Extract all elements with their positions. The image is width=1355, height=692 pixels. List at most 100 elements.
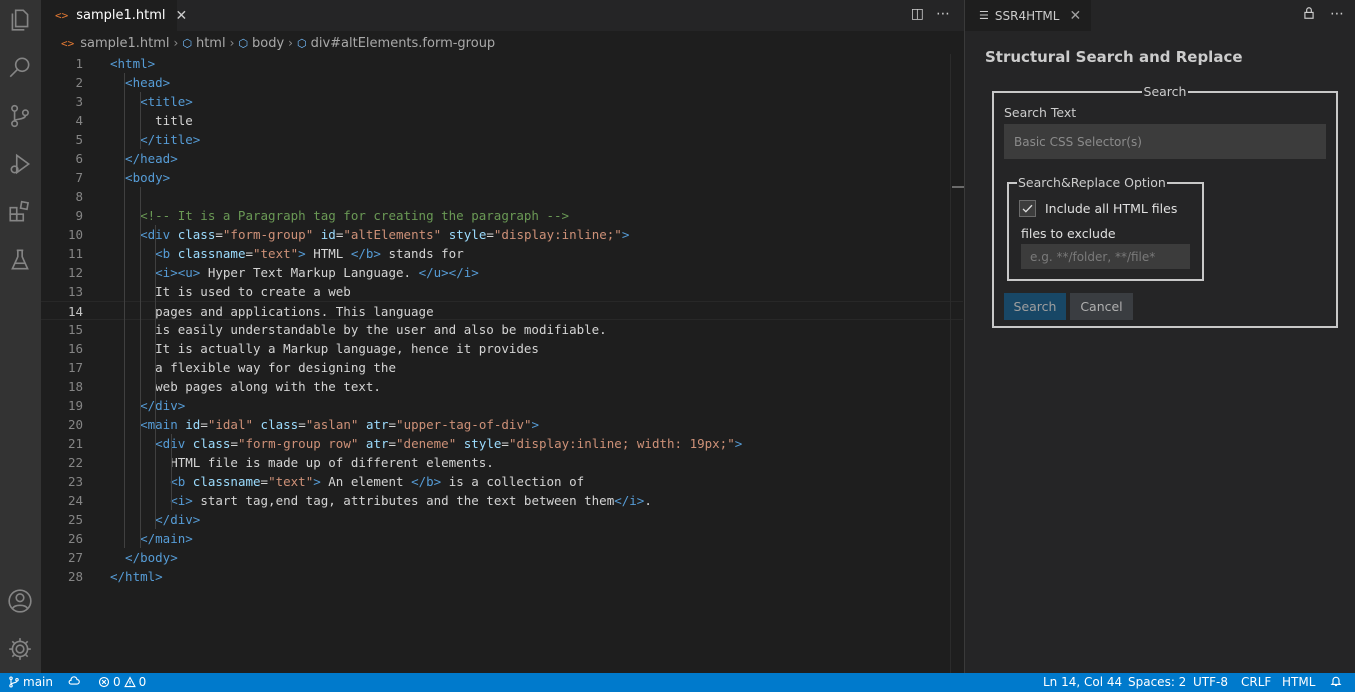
breadcrumb-item-file[interactable]: sample1.html [80, 36, 169, 51]
explorer-icon[interactable] [4, 4, 36, 36]
code-line[interactable]: 19 </div> [41, 396, 963, 415]
line-number: 17 [67, 360, 83, 375]
code-line[interactable]: 12 <i><u> Hyper Text Markup Language. </… [41, 263, 963, 282]
code-line[interactable]: 27 </body> [41, 548, 963, 567]
code-text: </head> [110, 151, 178, 166]
editor-actions: ◫ ⋯ [911, 6, 950, 22]
code-text: <!-- It is a Paragraph tag for creating … [110, 208, 570, 223]
scrollbar-cursor-marker [952, 186, 964, 188]
line-number: 22 [67, 455, 83, 470]
code-line[interactable]: 6 </head> [41, 149, 963, 168]
account-icon[interactable] [4, 585, 36, 617]
code-line[interactable]: 13 It is used to create a web [41, 282, 963, 301]
source-control-icon[interactable] [4, 100, 36, 132]
cancel-button[interactable]: Cancel [1070, 293, 1133, 320]
settings-gear-icon[interactable] [4, 633, 36, 665]
code-line[interactable]: 11 <b classname="text"> HTML </b> stands… [41, 244, 963, 263]
code-line[interactable]: 22 HTML file is made up of different ele… [41, 453, 963, 472]
breadcrumb-item-html[interactable]: html [196, 36, 226, 51]
code-text: </html> [110, 569, 163, 584]
code-line[interactable]: 15 is easily understandable by the user … [41, 320, 963, 339]
search-text-input[interactable] [1004, 124, 1326, 159]
line-number: 27 [67, 550, 83, 565]
element-cube-icon: ⬡ [296, 36, 307, 50]
code-line[interactable]: 20 <main id="idal" class="aslan" atr="up… [41, 415, 963, 434]
line-number: 11 [67, 246, 83, 261]
cursor-position[interactable]: Ln 14, Col 44 [1043, 675, 1122, 689]
panel-actions: ⋯ [1302, 6, 1344, 24]
code-text: HTML file is made up of different elemen… [110, 455, 494, 470]
breadcrumb: <> sample1.html › ⬡ html › ⬡ body › ⬡ di… [61, 34, 495, 52]
files-to-exclude-label: files to exclude [1021, 226, 1116, 241]
line-number: 2 [75, 75, 83, 90]
more-actions-icon[interactable]: ⋯ [936, 6, 950, 22]
code-editor[interactable]: 1 <html> 2 <head> 3 <title> 4 title 5 </title… [41, 54, 963, 654]
line-number: 15 [67, 322, 83, 337]
code-line[interactable]: 28 </html> [41, 567, 963, 586]
code-line[interactable]: 26 </main> [41, 529, 963, 548]
code-line[interactable]: 10 <div class="form-group" id="altElemen… [41, 225, 963, 244]
line-number: 24 [67, 493, 83, 508]
code-text: pages and applications. This language [110, 304, 434, 319]
search-button[interactable]: Search [1004, 293, 1066, 320]
list-icon: ☰ [979, 9, 989, 22]
line-number: 10 [67, 227, 83, 242]
code-line[interactable]: 3 <title> [41, 92, 963, 111]
code-line[interactable]: 5 </title> [41, 130, 963, 149]
line-endings[interactable]: CRLF [1241, 675, 1271, 689]
breadcrumb-item-div[interactable]: div#altElements.form-group [311, 36, 496, 51]
code-line[interactable]: 16 It is actually a Markup language, hen… [41, 339, 963, 358]
extensions-icon[interactable] [4, 196, 36, 228]
editor-scrollbar[interactable] [950, 54, 964, 673]
include-all-html-checkbox[interactable] [1019, 200, 1036, 217]
language-mode[interactable]: HTML [1282, 675, 1315, 689]
code-line[interactable]: 4 title [41, 111, 963, 130]
tab-sample1-html[interactable]: <> sample1.html ✕ [41, 0, 187, 31]
line-number: 3 [75, 94, 83, 109]
code-text: <div class="form-group" id="altElements"… [110, 227, 630, 242]
code-line[interactable]: 8 [41, 187, 963, 206]
breadcrumb-item-body[interactable]: body [252, 36, 284, 51]
testing-flask-icon[interactable] [4, 244, 36, 276]
checkmark-icon [1022, 204, 1033, 213]
branch-indicator[interactable]: main [8, 675, 53, 689]
problems-indicator[interactable]: 0 0 [98, 675, 146, 689]
encoding[interactable]: UTF-8 [1193, 675, 1228, 689]
line-number: 25 [67, 512, 83, 527]
indentation[interactable]: Spaces: 2 [1128, 675, 1186, 689]
notifications-bell-icon[interactable] [1330, 675, 1345, 687]
code-line[interactable]: 25 </div> [41, 510, 963, 529]
error-count: 0 [113, 675, 121, 689]
search-icon[interactable] [4, 52, 36, 84]
git-branch-icon [9, 676, 19, 688]
more-actions-icon[interactable]: ⋯ [1330, 6, 1344, 24]
ssr-panel: ☰ SSR4HTML ✕ ⋯ Structural Search and Rep… [964, 0, 1355, 673]
code-line[interactable]: 7 <body> [41, 168, 963, 187]
line-number: 6 [75, 151, 83, 166]
close-icon[interactable]: ✕ [1069, 8, 1081, 24]
code-line[interactable]: 21 <div class="form-group row" atr="dene… [41, 434, 963, 453]
editor-area: <> sample1.html ✕ ◫ ⋯ <> sample1.html › … [41, 0, 964, 673]
code-line[interactable]: 23 <b classname="text"> An element </b> … [41, 472, 963, 491]
warning-icon [123, 676, 136, 688]
code-line[interactable]: 24 <i> start tag,end tag, attributes and… [41, 491, 963, 510]
lock-icon[interactable] [1302, 6, 1316, 24]
line-number: 1 [75, 56, 83, 71]
code-text: <main id="idal" class="aslan" atr="upper… [110, 417, 540, 432]
line-number: 16 [67, 341, 83, 356]
code-line[interactable]: 14 pages and applications. This language [41, 301, 963, 320]
split-editor-icon[interactable]: ◫ [911, 6, 924, 22]
sync-indicator[interactable] [68, 675, 83, 687]
line-number: 18 [67, 379, 83, 394]
tab-ssr4html[interactable]: ☰ SSR4HTML ✕ [965, 0, 1092, 31]
html-file-icon: <> [55, 9, 69, 22]
code-line[interactable]: 1 <html> [41, 54, 963, 73]
files-to-exclude-input[interactable] [1021, 244, 1190, 269]
code-line[interactable]: 2 <head> [41, 73, 963, 92]
error-icon [98, 676, 110, 688]
close-icon[interactable]: ✕ [176, 8, 188, 24]
run-debug-icon[interactable] [4, 148, 36, 180]
code-line[interactable]: 18 web pages along with the text. [41, 377, 963, 396]
code-line[interactable]: 17 a flexible way for designing the [41, 358, 963, 377]
code-line[interactable]: 9 <!-- It is a Paragraph tag for creatin… [41, 206, 963, 225]
